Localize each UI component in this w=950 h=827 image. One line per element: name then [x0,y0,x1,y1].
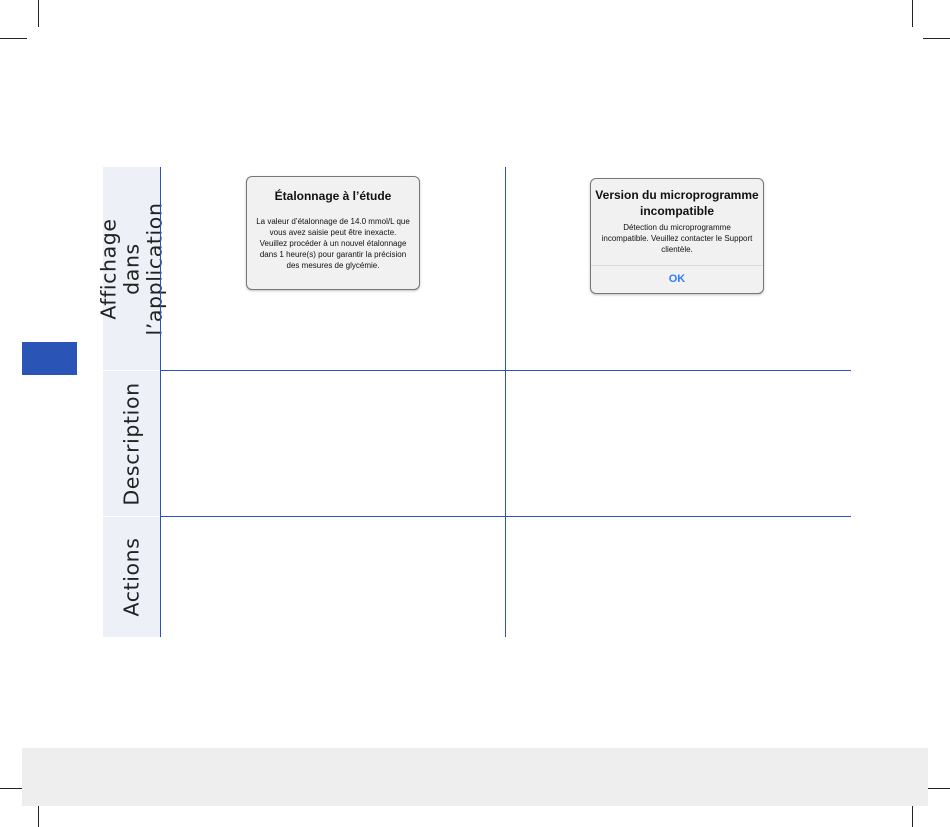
crop-mark [38,0,39,27]
calibration-alert-dialog: Étalonnage à l’étude La valeur d’étalonn… [246,176,420,290]
row-header-description: Description [103,371,160,516]
row-header-display-label: Affichage dans l’application [96,201,166,336]
ok-button[interactable]: OK [591,273,763,285]
table-divider-horizontal [160,516,851,517]
row-header-display: Affichage dans l’application [96,167,166,370]
dialog-title: Étalonnage à l’étude [274,189,392,203]
crop-mark [912,0,913,27]
table-divider-vertical [505,167,506,637]
dialog-separator [591,265,763,266]
chapter-tab [22,342,77,375]
row-header-actions-label: Actions [119,537,143,617]
row-header-actions: Actions [103,517,160,637]
footer-band [22,748,928,806]
firmware-alert-dialog: Version du microprogramme incompatible D… [590,178,764,294]
row-header-description-label: Description [119,381,143,506]
crop-mark [0,38,27,39]
dialog-title: Version du microprogramme incompatible [595,188,759,218]
crop-mark [923,38,950,39]
dialog-message: Détection du microprogramme incompatible… [601,223,753,254]
dialog-message: La valeur d’étalonnage de 14.0 mmol/L qu… [256,217,410,270]
table-divider-horizontal [160,370,851,371]
table-divider-vertical [160,167,161,637]
